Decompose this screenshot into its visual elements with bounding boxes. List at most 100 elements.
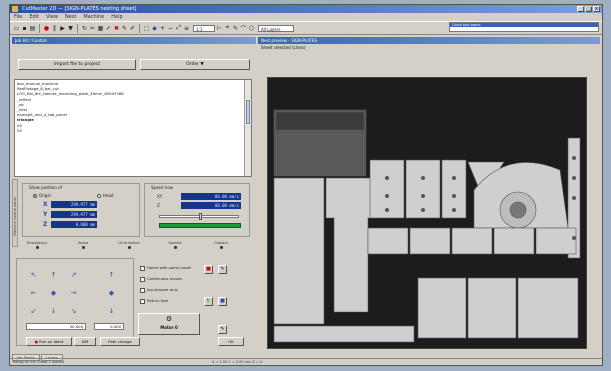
grid-icon[interactable]: ▦ (97, 24, 104, 32)
play-icon[interactable]: ▶ (59, 24, 66, 32)
quick-tool-panel[interactable]: Quick tool panel (449, 22, 599, 32)
pen-icon[interactable]: ✎ (232, 24, 239, 32)
print-icon[interactable]: ▤ (29, 24, 36, 32)
status-indicator-label: Home (77, 241, 89, 245)
option-checkbox[interactable]: Continuous moves (140, 276, 182, 282)
option-checkbox[interactable]: Return fast (140, 298, 168, 304)
ok-button[interactable]: OK (218, 337, 244, 346)
menu-machine[interactable]: Machine (83, 13, 104, 21)
speed-xy-label: XY (157, 194, 163, 199)
filter-icon[interactable]: ▼ (67, 24, 74, 32)
menu-nest[interactable]: Nest (65, 13, 76, 21)
snap-icon[interactable]: ⌖ (224, 24, 231, 32)
path-change-button[interactable]: Path change (100, 337, 140, 346)
speed-slider-knob[interactable] (198, 213, 202, 220)
jog-arrow-icon[interactable]: ↖ (28, 269, 39, 280)
import-file-button[interactable]: Import file to project (18, 59, 136, 70)
green-check-icon[interactable]: ✔ (105, 24, 112, 32)
zoom-combo[interactable]: 1:1 (193, 24, 215, 32)
save-icon[interactable]: ▪ (21, 24, 28, 32)
option-checkbox[interactable]: Home with same travel (140, 265, 191, 271)
sim-button[interactable]: SIM (74, 337, 96, 346)
minimize-icon[interactable]: _ (577, 6, 584, 12)
jog-z-field[interactable]: 0.000 (94, 323, 124, 330)
menu-help[interactable]: Help (111, 13, 122, 21)
status-indicator: Emergency (22, 241, 52, 249)
y-coordinate-row: Y 299.977 mm (43, 210, 97, 218)
status-led-icon (219, 246, 223, 249)
maximize-icon[interactable]: □ (585, 6, 592, 12)
menu-file[interactable]: File (14, 13, 22, 21)
part-chain (273, 325, 415, 343)
option-checkbox[interactable]: Jog sharper only (140, 287, 178, 293)
layers-icon[interactable]: ≡ (183, 24, 190, 32)
status-indicator-label: Emergency (26, 241, 48, 245)
measure-icon[interactable]: ⊢ (216, 24, 223, 32)
speed-z-value: 00.00 mm/s (181, 202, 241, 209)
machine-control-side-tab[interactable]: Machine control panel (12, 179, 18, 247)
z-coordinate-value: 0.000 mm (51, 220, 97, 228)
origin-radio-label: Origin (39, 193, 52, 198)
tool-a-icon[interactable]: ✎ (121, 24, 128, 32)
checkbox-box[interactable] (140, 276, 145, 282)
zoom-in-icon[interactable]: + (159, 24, 166, 32)
refresh-button[interactable]: ↻ (204, 297, 213, 306)
z-jog-arrow-icon[interactable]: ◆ (106, 287, 117, 298)
scissors-icon[interactable]: ✂ (89, 24, 96, 32)
file-list-scrollbar[interactable] (244, 80, 251, 176)
red-cross-icon[interactable]: ✖ (113, 24, 120, 32)
z-jog-arrow-icon[interactable]: ↓ (106, 305, 117, 316)
jog-arrow-icon[interactable]: → (68, 287, 79, 298)
run-ident-button[interactable]: ● Run on Ident (26, 337, 72, 346)
menu-view[interactable]: View (46, 13, 58, 21)
z-jog-arrow-icon[interactable]: ↑ (106, 269, 117, 280)
menu-edit[interactable]: Edit (29, 13, 39, 21)
head-radio-dot[interactable] (97, 194, 101, 198)
jog-arrow-icon[interactable]: ← (28, 287, 39, 298)
stop-red-button[interactable]: ■ (204, 265, 213, 274)
feed-progress-bar (159, 223, 241, 228)
rotate-icon[interactable]: ↻ (81, 24, 88, 32)
jog-arrow-icon[interactable]: ↓ (48, 305, 59, 316)
tool-button-2[interactable]: ✎ (218, 325, 227, 334)
scroll-thumb[interactable] (246, 100, 250, 124)
jog-arrow-icon[interactable]: ↘ (68, 305, 79, 316)
jog-step-field[interactable]: 50.000 (26, 323, 86, 330)
zoom-out-icon[interactable]: − (167, 24, 174, 32)
jog-arrow-icon[interactable]: ↙ (28, 305, 39, 316)
status-indicator-label: Coolant (214, 241, 228, 245)
pause-icon[interactable]: ‖ (51, 24, 58, 32)
jog-arrow-icon[interactable]: ↗ (68, 269, 79, 280)
fit-icon[interactable]: ⤢ (175, 24, 182, 32)
poly-icon[interactable]: ⬡ (248, 24, 255, 32)
tool-button[interactable]: ✎ (218, 265, 227, 274)
x-coordinate-row: X 299.977 mm (43, 200, 97, 208)
checkbox-box[interactable] (140, 298, 145, 304)
layers-combo[interactable]: All Layers (258, 24, 294, 32)
motor-button[interactable]: ⚙ Motor 0 (138, 313, 200, 335)
close-icon[interactable]: × (593, 6, 600, 12)
record-icon[interactable]: ● (43, 24, 50, 32)
file-list-item[interactable]: 04 (17, 128, 249, 133)
nest-sheet-canvas[interactable] (267, 77, 587, 349)
order-button[interactable]: Order ▼ (140, 59, 250, 70)
origin-radio-dot[interactable] (33, 194, 37, 198)
tool-b-icon[interactable]: ✐ (129, 24, 136, 32)
menu-bar: File Edit View Nest Machine Help (10, 13, 602, 21)
y-axis-label: Y (43, 210, 48, 218)
arc-icon[interactable]: ⌒ (240, 24, 247, 33)
nest-icon[interactable]: ◆ (151, 24, 158, 32)
jog-arrow-icon[interactable]: ◆ (48, 287, 59, 298)
checkbox-box[interactable] (140, 265, 145, 271)
head-radio[interactable]: Head (97, 193, 113, 198)
speed-slider[interactable] (159, 213, 239, 220)
origin-radio[interactable]: Origin (33, 193, 51, 198)
part-tab-4 (493, 227, 535, 255)
checkbox-box[interactable] (140, 287, 145, 293)
blue-button[interactable]: ■ (218, 297, 227, 306)
open-icon[interactable]: ▭ (13, 24, 20, 32)
select-icon[interactable]: ⬚ (143, 24, 150, 32)
file-list[interactable]: box_manual_machine RedPlatage_8_bar_cut LO… (14, 79, 252, 177)
z-axis-label: Z (43, 220, 48, 228)
jog-arrow-icon[interactable]: ↑ (48, 269, 59, 280)
